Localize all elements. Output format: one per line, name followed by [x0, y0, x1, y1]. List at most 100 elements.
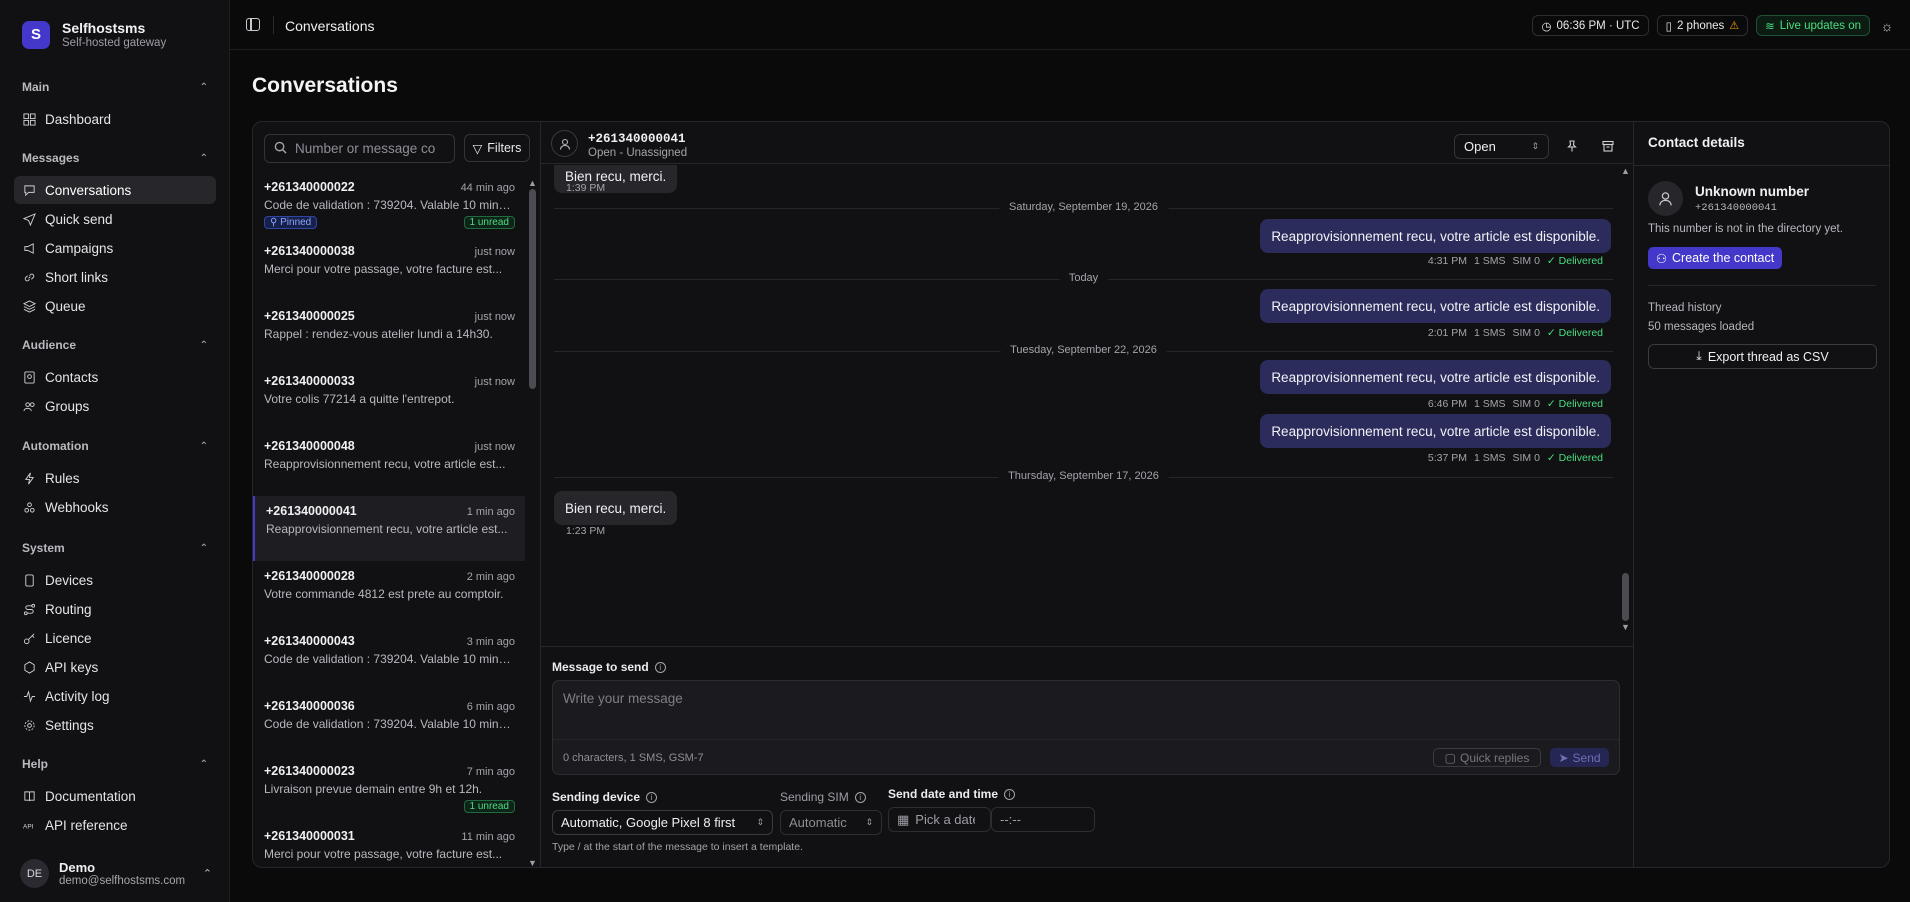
- sidebar-item-routing[interactable]: Routing: [14, 595, 216, 623]
- conversation-item[interactable]: +261340000022 44 min ago Code de validatio…: [253, 178, 525, 236]
- create-contact-button[interactable]: ⚇ Create the contact: [1648, 247, 1782, 269]
- conversation-item[interactable]: +261340000036 6 min ago Code de validation…: [253, 691, 525, 756]
- date-placeholder: Pick a date: [915, 812, 976, 827]
- conversation-preview: Votre commande 4812 est prete au comptoi…: [264, 587, 504, 601]
- conversation-time: just now: [474, 246, 515, 258]
- phones-badge[interactable]: ▯ 2 phones ⚠: [1656, 15, 1749, 36]
- sidebar-item-rules[interactable]: Rules: [14, 464, 216, 492]
- filters-button[interactable]: ▽ Filters: [464, 134, 530, 162]
- delivered-status: ✓ Delivered: [1547, 327, 1603, 339]
- sidebar-item-quick-send[interactable]: Quick send: [14, 205, 216, 233]
- scroll-down-icon[interactable]: ▼: [528, 858, 537, 867]
- info-icon[interactable]: i: [1004, 788, 1016, 800]
- scrollbar-thumb[interactable]: [1622, 573, 1629, 621]
- contacts-icon: [22, 370, 36, 384]
- nav-section-automation: Automation ⌃ Rules Webhooks: [14, 435, 216, 522]
- search-box[interactable]: [264, 134, 455, 163]
- scroll-up-icon[interactable]: ▲: [528, 178, 537, 188]
- nav-section-header[interactable]: System ⌃: [14, 537, 216, 559]
- unread-badge: 1 unread: [463, 800, 515, 813]
- message-textarea[interactable]: [553, 681, 1619, 739]
- sidebar-item-devices[interactable]: Devices: [14, 566, 216, 594]
- sidebar-item-campaigns[interactable]: Campaigns: [14, 234, 216, 262]
- conversation-time: 7 min ago: [466, 766, 515, 778]
- conversation-list-panel: ▽ Filters +26134000002244 min agoCode de…: [253, 122, 541, 867]
- sending-sim-select[interactable]: Automatic ⇕: [780, 810, 882, 835]
- scroll-down-icon[interactable]: ▼: [1621, 622, 1630, 632]
- sidebar-toggle-icon[interactable]: [246, 18, 260, 31]
- sidebar-item-webhooks[interactable]: Webhooks: [14, 493, 216, 521]
- nav-section-header[interactable]: Messages ⌃: [14, 147, 216, 169]
- delivered-status: ✓ Delivered: [1547, 452, 1603, 464]
- nav-section-header[interactable]: Automation ⌃: [14, 435, 216, 457]
- sidebar-item-dashboard[interactable]: Dashboard: [14, 105, 216, 133]
- nav-section-title: Audience: [22, 338, 77, 352]
- bolt-icon: [22, 471, 36, 485]
- conversation-time: just now: [474, 441, 515, 453]
- time-input[interactable]: --:--: [991, 807, 1095, 832]
- user-menu[interactable]: DE Demo demo@selfhostsms.com ⌃: [20, 859, 212, 888]
- nav-section-title: Messages: [22, 151, 80, 165]
- sidebar-item-licence[interactable]: Licence: [14, 624, 216, 652]
- conversations-card: ▽ Filters +26134000002244 min agoCode de…: [252, 121, 1890, 868]
- message-label-text: Message to send: [552, 660, 649, 674]
- live-updates-badge[interactable]: ≋ Live updates on: [1756, 15, 1870, 36]
- search-icon: [274, 141, 287, 157]
- svg-text:API: API: [23, 823, 34, 830]
- outgoing-message: Reapprovisionnement recu, votre article …: [1260, 414, 1611, 448]
- sidebar-item-api-keys[interactable]: API keys: [14, 653, 216, 681]
- sidebar-item-api-reference[interactable]: API API reference: [14, 811, 216, 839]
- day-separator-label: Today: [1058, 272, 1109, 284]
- conversation-item[interactable]: +261340000023 7 min ago Livraison prevue d…: [253, 756, 525, 821]
- sidebar-item-contacts[interactable]: Contacts: [14, 363, 216, 391]
- conversation-item[interactable]: +261340000043 3 min ago Code de validation…: [253, 626, 525, 691]
- scroll-up-icon[interactable]: ▲: [1621, 166, 1630, 176]
- quick-replies-button[interactable]: ▢ Quick replies: [1433, 748, 1541, 767]
- conversation-list-scrollbar[interactable]: ▲ ▼: [525, 178, 540, 867]
- nav-section-header[interactable]: Main ⌃: [14, 76, 216, 98]
- info-icon[interactable]: i: [854, 791, 866, 803]
- divider: [1648, 285, 1876, 286]
- breadcrumb-title: Conversations: [285, 18, 375, 34]
- conversation-item[interactable]: +261340000038 just now Merci pour votre pa…: [253, 236, 525, 301]
- sidebar-item-activity-log[interactable]: Activity log: [14, 682, 216, 710]
- outgoing-message: Reapprovisionnement recu, votre article …: [1260, 360, 1611, 394]
- conversation-preview: Code de validation : 739204. Valable 10 …: [264, 717, 514, 731]
- nav-section-header[interactable]: Help ⌃: [14, 753, 216, 775]
- sidebar-item-settings[interactable]: Settings: [14, 711, 216, 739]
- archive-icon[interactable]: [1601, 139, 1615, 153]
- sidebar-item-short-links[interactable]: Short links: [14, 263, 216, 291]
- theme-toggle-sun-icon[interactable]: ☼: [1878, 17, 1896, 35]
- conversation-item[interactable]: +261340000028 2 min ago Votre commande 481…: [253, 561, 525, 626]
- conversation-item[interactable]: +261340000048 just now Reapprovisionnement…: [253, 431, 525, 496]
- nav-section-header[interactable]: Audience ⌃: [14, 334, 216, 356]
- sidebar-item-queue[interactable]: Queue: [14, 292, 216, 320]
- info-icon[interactable]: i: [646, 791, 658, 803]
- thread-status: Open - Unassigned: [588, 147, 688, 159]
- pin-icon[interactable]: [1565, 139, 1579, 153]
- conversation-item[interactable]: +261340000041 1 min ago Reapprovisionnemen…: [253, 496, 525, 561]
- sidebar-item-documentation[interactable]: Documentation: [14, 782, 216, 810]
- message-list-scrollbar[interactable]: ▲ ▼: [1618, 165, 1633, 633]
- api-ref-icon: API: [22, 818, 36, 832]
- send-date-label: Send date and time i: [888, 787, 1016, 801]
- status-select[interactable]: Open ⇕: [1454, 134, 1549, 159]
- info-icon[interactable]: i: [654, 661, 666, 673]
- date-picker[interactable]: ▦ Pick a date: [888, 807, 991, 832]
- conversation-time: 11 min ago: [461, 831, 515, 843]
- conversation-item[interactable]: +261340000031 11 min ago Merci pour votre …: [253, 821, 525, 867]
- search-input[interactable]: [295, 141, 435, 156]
- brand[interactable]: S Selfhostsms Self-hosted gateway: [22, 20, 166, 49]
- message-sim: SIM 0: [1512, 398, 1540, 410]
- sidebar-item-conversations[interactable]: Conversations: [14, 176, 216, 204]
- check-icon: ✓: [1546, 327, 1559, 339]
- sidebar-item-groups[interactable]: Groups: [14, 392, 216, 420]
- check-icon: ✓: [1546, 398, 1559, 410]
- conversation-item[interactable]: +261340000025 just now Rappel : rendez-vou…: [253, 301, 525, 366]
- conversation-item[interactable]: +261340000033 just now Votre colis 77214 a…: [253, 366, 525, 431]
- send-button[interactable]: ➤ Send: [1550, 748, 1609, 767]
- scrollbar-thumb[interactable]: [529, 189, 536, 389]
- sidebar-item-label: API keys: [45, 659, 99, 675]
- export-csv-button[interactable]: ⤓ Export thread as CSV: [1648, 344, 1877, 369]
- sending-device-select[interactable]: Automatic, Google Pixel 8 first ⇕: [552, 810, 773, 835]
